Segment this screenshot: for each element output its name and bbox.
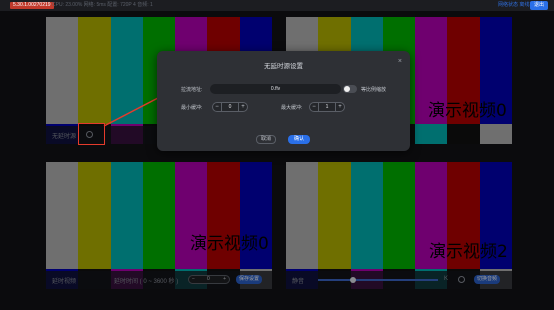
plus-icon[interactable]: + [238, 103, 247, 111]
dialog-title: 无延时源设置 [264, 63, 303, 70]
app-root: { "topbar": { "version": "5.30.1.0027021… [0, 0, 554, 310]
stream-address-input[interactable]: 0.flv [210, 84, 341, 94]
minus-icon[interactable]: − [310, 103, 319, 111]
minus-icon[interactable]: − [213, 103, 222, 111]
min-buffer-value: 0 [228, 104, 232, 110]
scale-toggle-label: 等比例缩放 [361, 87, 387, 93]
no-delay-source-dialog: 无延时源设置 × 拉流地址: 0.flv 等比例缩放 最小缓冲: − 0 + 最… [157, 51, 410, 151]
max-buffer-label: 最大缓冲: [281, 105, 303, 111]
confirm-button[interactable]: 确认 [288, 135, 310, 144]
annotation-arrow [103, 83, 186, 127]
min-buffer-stepper[interactable]: − 0 + [212, 102, 248, 112]
stream-address-label: 拉流地址: [181, 87, 203, 93]
cancel-button[interactable]: 取消 [256, 135, 276, 144]
min-buffer-label: 最小缓冲: [181, 105, 203, 111]
plus-icon[interactable]: + [335, 103, 344, 111]
max-buffer-stepper[interactable]: − 1 + [309, 102, 345, 112]
max-buffer-value: 1 [325, 104, 329, 110]
toggle-knob [344, 86, 350, 92]
scale-toggle[interactable] [343, 85, 357, 93]
close-icon[interactable]: × [398, 58, 402, 65]
